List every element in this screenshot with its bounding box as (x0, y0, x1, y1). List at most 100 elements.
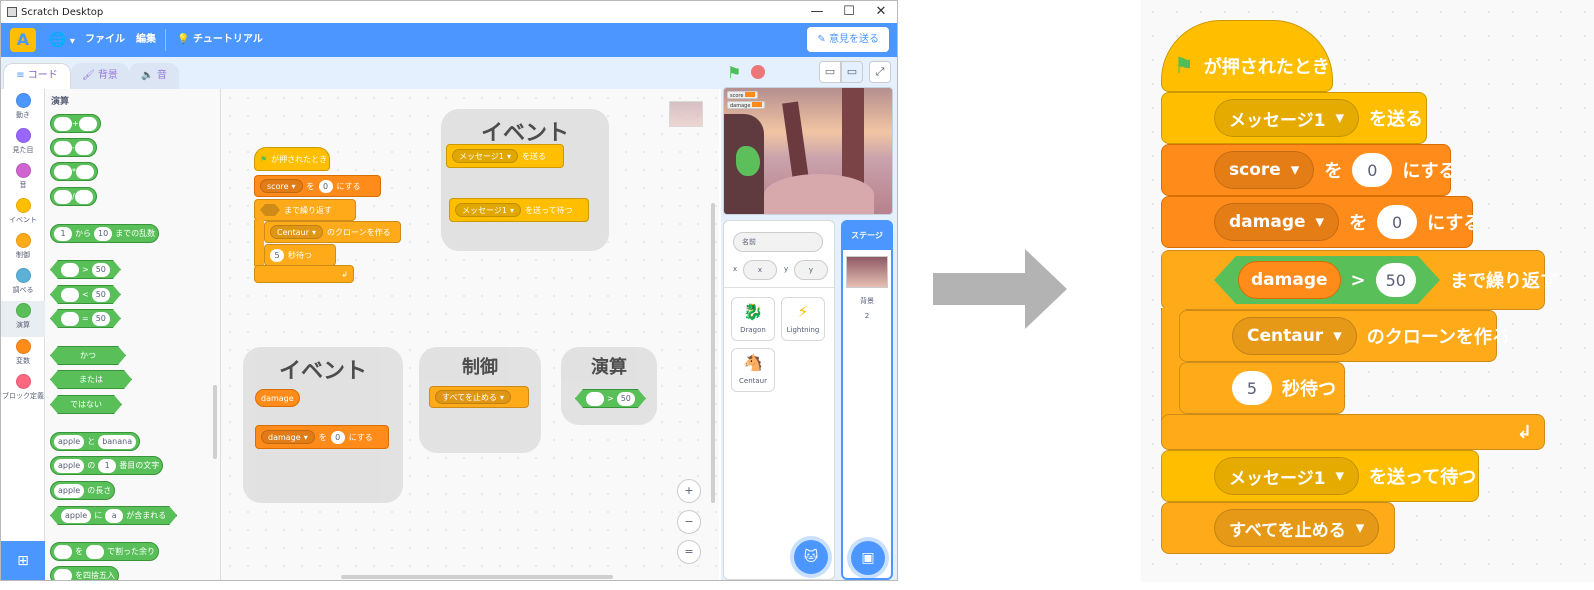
edit-menu[interactable]: 編集 (136, 23, 156, 57)
category-sensing[interactable]: 調べる (1, 268, 45, 295)
damage-reporter-block[interactable]: damage (255, 389, 300, 407)
contains-block[interactable]: apple に a が含まれる (50, 506, 177, 525)
lt-block[interactable]: <50 (50, 285, 121, 304)
and-block[interactable]: かつ (50, 346, 126, 365)
zoom-green-flag-hat-block[interactable]: ⚑ が押されたとき (1161, 20, 1333, 92)
fullscreen-button[interactable]: ⤢ (869, 61, 891, 83)
zoom-repeat-until-block[interactable]: damage > 50 まで繰り返す (1161, 250, 1558, 310)
maximize-button[interactable]: ☐ (833, 1, 865, 23)
set-score-block[interactable]: score ▾ を 0 にする (254, 175, 381, 197)
clone-target-dropdown[interactable]: Centaur ▾ (1232, 317, 1357, 355)
mod-block[interactable]: を で割った余り (50, 542, 159, 561)
operand[interactable]: 50 (92, 312, 110, 326)
variable-dropdown[interactable]: damage ▾ (1214, 203, 1340, 241)
operand[interactable]: apple (54, 434, 85, 449)
operand[interactable]: 50 (617, 392, 635, 406)
wait-seconds-input[interactable]: 5 (1232, 371, 1272, 405)
zoom-out-button[interactable]: − (677, 510, 701, 534)
repeat-until-block[interactable]: まで繰り返す (254, 199, 356, 221)
small-stage-button[interactable]: ▭ (819, 61, 841, 83)
stage-selector[interactable]: ステージ 背景 2 ▣ (841, 220, 893, 580)
feedback-button[interactable]: ✎ 意見を送る (807, 27, 889, 52)
not-block[interactable]: ではない (50, 395, 122, 414)
or-block[interactable]: または (50, 370, 132, 389)
category-motion[interactable]: 動き (1, 93, 45, 120)
variable-dropdown[interactable]: score ▾ (260, 179, 303, 193)
operand[interactable]: 1 (98, 458, 117, 473)
message-dropdown[interactable]: メッセージ1 ▾ (1214, 457, 1360, 495)
value-input[interactable]: 0 (330, 430, 345, 444)
length-block[interactable]: apple の長さ (50, 481, 116, 500)
create-clone-block[interactable]: Centaur ▾ のクローンを作る (264, 221, 401, 243)
variable-dropdown[interactable]: score ▾ (1214, 151, 1315, 189)
palette-scrollbar[interactable] (213, 385, 217, 459)
category-looks[interactable]: 見た目 (1, 128, 45, 155)
random-block[interactable]: 1 から 10 までの乱数 (50, 224, 160, 243)
divide-block[interactable]: / (50, 187, 97, 206)
tab-backdrops[interactable]: 🖌 背景 (71, 63, 129, 89)
extension-button[interactable]: ⊞ (1, 541, 45, 580)
zoom-stop-all-block[interactable]: すべてを止める ▾ (1161, 502, 1395, 554)
category-variables[interactable]: 変数 (1, 339, 45, 366)
zoom-wait-block[interactable]: 5 秒待つ (1179, 362, 1345, 414)
operand[interactable]: 50 (1376, 263, 1416, 297)
stop-button[interactable] (751, 65, 765, 79)
set-damage-block[interactable]: damage ▾ を 0 にする (255, 425, 389, 449)
damage-reporter[interactable]: damage (1238, 261, 1341, 299)
sprite-tile-lightning[interactable]: ⚡ Lightning (781, 297, 825, 341)
comment-frame-operators[interactable]: 演算 (561, 347, 657, 425)
y-input[interactable]: y (794, 260, 828, 280)
stage-canvas[interactable]: score damage (723, 87, 893, 215)
round-block[interactable]: を四捨五入 (50, 566, 119, 580)
wait-block[interactable]: 5 秒待つ (264, 244, 336, 266)
tab-code[interactable]: ≡ コード (3, 63, 71, 89)
operand[interactable]: apple (54, 483, 85, 498)
variable-dropdown[interactable]: damage ▾ (261, 430, 315, 444)
value-input[interactable]: 0 (1377, 205, 1418, 239)
stop-option-dropdown[interactable]: すべてを止める ▾ (1214, 509, 1380, 547)
zoom-in-button[interactable]: + (677, 479, 701, 503)
file-menu[interactable]: ファイル (85, 23, 125, 57)
green-flag-button[interactable]: ⚑ (727, 63, 745, 82)
sprite-tile-centaur[interactable]: 🐴 Centaur (731, 348, 775, 392)
category-events[interactable]: イベント (1, 198, 45, 225)
zoom-set-damage-block[interactable]: damage ▾ を 0 にする (1161, 196, 1481, 248)
eq-block[interactable]: = 50 (50, 309, 121, 328)
random-to[interactable]: 10 (94, 226, 113, 241)
value-input[interactable]: 0 (318, 179, 333, 193)
gt-block[interactable]: >50 (50, 260, 121, 279)
zoom-reset-button[interactable]: = (677, 540, 701, 564)
empty-condition-slot[interactable] (260, 204, 280, 216)
gt-operator-block[interactable]: >50 (575, 389, 646, 408)
green-flag-hat-block[interactable]: ⚑ が押されたとき (254, 147, 330, 171)
stop-all-block[interactable]: すべてを止める ▾ (429, 386, 529, 408)
tutorial-menu[interactable]: 💡 チュートリアル (177, 23, 263, 57)
add-sprite-button[interactable]: 🐱 (794, 540, 828, 574)
message-dropdown[interactable]: メッセージ1 ▾ (455, 203, 521, 217)
add-block[interactable]: + (50, 114, 101, 133)
category-sound[interactable]: 音 (1, 163, 45, 190)
x-input[interactable]: x (743, 260, 777, 280)
close-button[interactable]: ✕ (865, 1, 897, 23)
stop-option-dropdown[interactable]: すべてを止める ▾ (435, 390, 511, 404)
category-myblocks[interactable]: ブロック定義 (1, 374, 45, 401)
operand[interactable]: a (105, 509, 123, 523)
large-stage-button[interactable]: ▭ (841, 61, 863, 83)
multiply-block[interactable]: * (50, 162, 98, 181)
letter-of-block[interactable]: apple の 1 番目の文字 (50, 456, 164, 475)
category-operators[interactable]: 演算 (1, 301, 45, 337)
join-block[interactable]: apple と banana (50, 432, 141, 451)
message-dropdown[interactable]: メッセージ1 ▾ (1214, 99, 1360, 137)
wait-seconds-input[interactable]: 5 (270, 248, 284, 262)
sprite-name-input[interactable]: 名前 (733, 232, 823, 252)
sprite-tile-dragon[interactable]: 🐉 Dragon (731, 297, 775, 341)
operand[interactable]: banana (98, 434, 137, 449)
condition-hex[interactable]: damage > 50 (1214, 256, 1440, 304)
broadcast-block[interactable]: メッセージ1 ▾ を送る (446, 144, 564, 168)
operand[interactable]: 50 (92, 263, 110, 277)
zoom-broadcast-and-wait-block[interactable]: メッセージ1 ▾ を送って待つ (1161, 450, 1479, 502)
zoom-set-score-block[interactable]: score ▾ を 0 にする (1161, 144, 1457, 196)
category-control[interactable]: 制御 (1, 233, 45, 260)
scratch-logo[interactable]: A (10, 28, 36, 52)
add-backdrop-button[interactable]: ▣ (851, 541, 885, 575)
